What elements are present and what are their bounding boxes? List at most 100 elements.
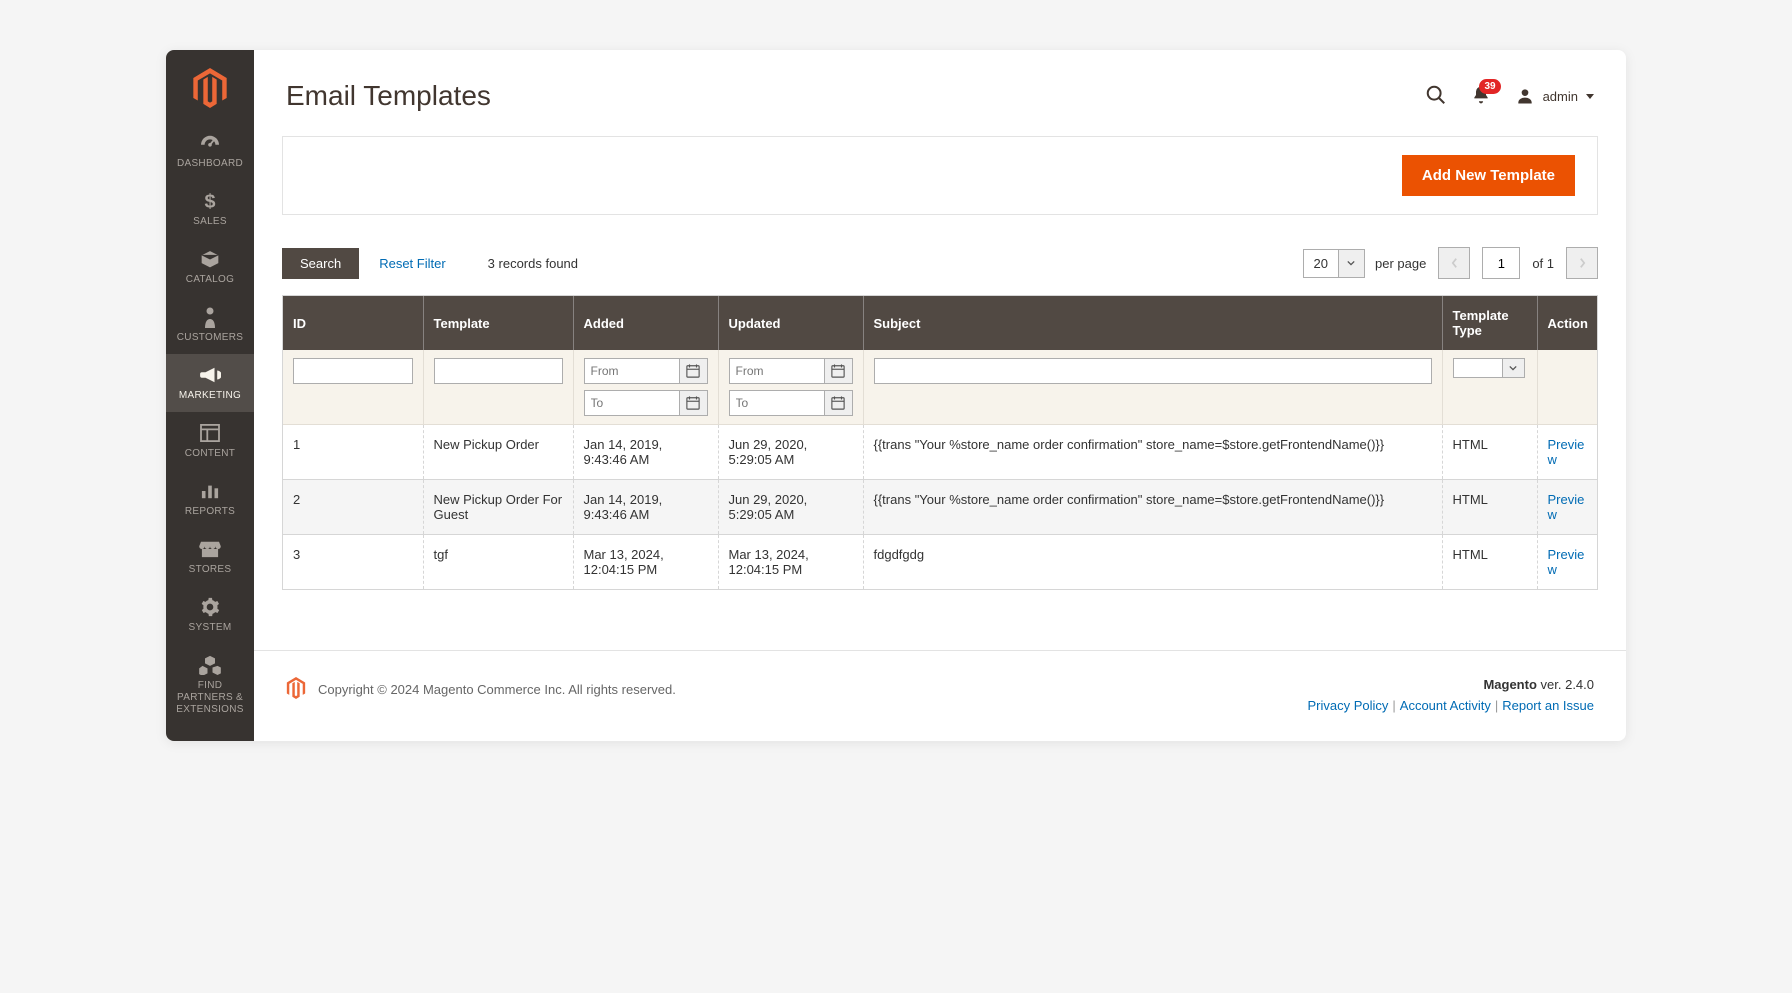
col-header-type[interactable]: Template Type: [1442, 296, 1537, 350]
sidebar-item-stores[interactable]: STORES: [166, 528, 254, 586]
cell-subject: {{trans "Your %store_name order confirma…: [863, 480, 1442, 535]
filter-updated-to-input[interactable]: [729, 390, 825, 416]
table-row[interactable]: 2New Pickup Order For GuestJan 14, 2019,…: [283, 480, 1597, 535]
per-page-select[interactable]: 20: [1303, 249, 1365, 278]
col-header-id[interactable]: ID: [283, 296, 423, 350]
per-page-wrap: 20 per page: [1303, 249, 1427, 278]
user-label: admin: [1543, 89, 1578, 104]
dashboard-icon: [199, 132, 221, 154]
table-row[interactable]: 1New Pickup OrderJan 14, 2019, 9:43:46 A…: [283, 425, 1597, 480]
col-header-updated[interactable]: Updated: [718, 296, 863, 350]
search-button[interactable]: [1425, 84, 1447, 109]
filter-template-input[interactable]: [434, 358, 563, 384]
filter-added-to-input[interactable]: [584, 390, 680, 416]
page-title: Email Templates: [286, 80, 491, 112]
grid-toolbar: Search Reset Filter 3 records found 20 p…: [282, 247, 1598, 279]
col-header-added[interactable]: Added: [573, 296, 718, 350]
magento-logo[interactable]: [166, 50, 254, 122]
storefront-icon: [199, 538, 221, 560]
sidebar-item-label: DASHBOARD: [177, 158, 243, 170]
sidebar-item-label: STORES: [189, 564, 232, 576]
pager-current-input[interactable]: [1482, 247, 1520, 279]
toolbar-left: Search Reset Filter 3 records found: [282, 248, 578, 279]
report-issue-link[interactable]: Report an Issue: [1502, 698, 1594, 713]
cell-added: Jan 14, 2019, 9:43:46 AM: [573, 425, 718, 480]
megaphone-icon: [199, 364, 221, 386]
pager-prev-button[interactable]: [1438, 247, 1470, 279]
search-grid-button[interactable]: Search: [282, 248, 359, 279]
cell-subject: {{trans "Your %store_name order confirma…: [863, 425, 1442, 480]
sidebar-item-marketing[interactable]: MARKETING: [166, 354, 254, 412]
calendar-button[interactable]: [680, 390, 708, 416]
calendar-button[interactable]: [825, 358, 853, 384]
cell-type: HTML: [1442, 425, 1537, 480]
calendar-button[interactable]: [680, 358, 708, 384]
sidebar-item-label: SALES: [193, 216, 227, 228]
person-icon: [203, 306, 217, 328]
filter-type-select[interactable]: [1453, 358, 1525, 378]
gear-icon: [200, 596, 220, 618]
cell-id: 3: [283, 535, 423, 590]
cell-action: Preview: [1537, 535, 1597, 590]
cell-template: New Pickup Order For Guest: [423, 480, 573, 535]
cell-updated: Mar 13, 2024, 12:04:15 PM: [718, 535, 863, 590]
calendar-button[interactable]: [825, 390, 853, 416]
footer-links: Privacy Policy|Account Activity|Report a…: [1307, 698, 1594, 713]
account-activity-link[interactable]: Account Activity: [1400, 698, 1491, 713]
cell-subject: fdgdfgdg: [863, 535, 1442, 590]
sidebar-item-sales[interactable]: $ SALES: [166, 180, 254, 238]
col-header-subject[interactable]: Subject: [863, 296, 1442, 350]
col-header-action: Action: [1537, 296, 1597, 350]
sidebar-item-reports[interactable]: REPORTS: [166, 470, 254, 528]
sidebar-item-label: MARKETING: [179, 390, 241, 402]
cell-type: HTML: [1442, 480, 1537, 535]
filter-subject-input[interactable]: [874, 358, 1432, 384]
footer: Copyright © 2024 Magento Commerce Inc. A…: [254, 650, 1626, 741]
notifications-button[interactable]: 39: [1471, 85, 1491, 108]
dollar-icon: $: [203, 190, 217, 212]
filter-row: [283, 350, 1597, 425]
sidebar-item-label: REPORTS: [185, 506, 235, 518]
sidebar-item-label: SYSTEM: [189, 622, 232, 634]
footer-right: Magento ver. 2.4.0 Privacy Policy|Accoun…: [1307, 677, 1594, 713]
reset-filter-link[interactable]: Reset Filter: [379, 256, 445, 271]
filter-updated-from-input[interactable]: [729, 358, 825, 384]
app-shell: DASHBOARD $ SALES CATALOG CUSTOMERS MARKETING…: [166, 50, 1626, 741]
pager-next-button[interactable]: [1566, 247, 1598, 279]
main: Email Templates 39 admin Add New Templat…: [254, 50, 1626, 741]
cell-action: Preview: [1537, 425, 1597, 480]
privacy-policy-link[interactable]: Privacy Policy: [1307, 698, 1388, 713]
user-icon: [1515, 86, 1535, 106]
sidebar-item-customers[interactable]: CUSTOMERS: [166, 296, 254, 354]
preview-link[interactable]: Preview: [1548, 492, 1585, 522]
sidebar-item-content[interactable]: CONTENT: [166, 412, 254, 470]
preview-link[interactable]: Preview: [1548, 547, 1585, 577]
sidebar-item-system[interactable]: SYSTEM: [166, 586, 254, 644]
cell-added: Jan 14, 2019, 9:43:46 AM: [573, 480, 718, 535]
col-header-template[interactable]: Template: [423, 296, 573, 350]
email-templates-grid: ID Template Added Updated Subject Templa…: [283, 296, 1597, 589]
sidebar-item-find-partners-extensions[interactable]: FIND PARTNERS & EXTENSIONS: [166, 644, 254, 726]
sidebar-item-label: CUSTOMERS: [177, 332, 243, 344]
cell-added: Mar 13, 2024, 12:04:15 PM: [573, 535, 718, 590]
chevron-down-icon: [1338, 250, 1364, 277]
actions-bar: Add New Template: [282, 136, 1598, 215]
sidebar-item-catalog[interactable]: CATALOG: [166, 238, 254, 296]
svg-text:$: $: [204, 191, 215, 212]
notification-badge: 39: [1479, 79, 1500, 94]
filter-updated-from-wrap: [729, 358, 853, 384]
footer-left: Copyright © 2024 Magento Commerce Inc. A…: [286, 677, 676, 702]
filter-id-input[interactable]: [293, 358, 413, 384]
table-row[interactable]: 3tgfMar 13, 2024, 12:04:15 PMMar 13, 202…: [283, 535, 1597, 590]
header-actions: 39 admin: [1425, 84, 1594, 109]
cubes-icon: [199, 654, 221, 676]
sidebar-item-dashboard[interactable]: DASHBOARD: [166, 122, 254, 180]
per-page-label: per page: [1375, 256, 1426, 271]
per-page-value: 20: [1304, 250, 1338, 277]
filter-added-from-input[interactable]: [584, 358, 680, 384]
calendar-icon: [686, 396, 700, 410]
user-menu[interactable]: admin: [1515, 86, 1594, 106]
layout-icon: [200, 422, 220, 444]
add-new-template-button[interactable]: Add New Template: [1402, 155, 1575, 196]
preview-link[interactable]: Preview: [1548, 437, 1585, 467]
